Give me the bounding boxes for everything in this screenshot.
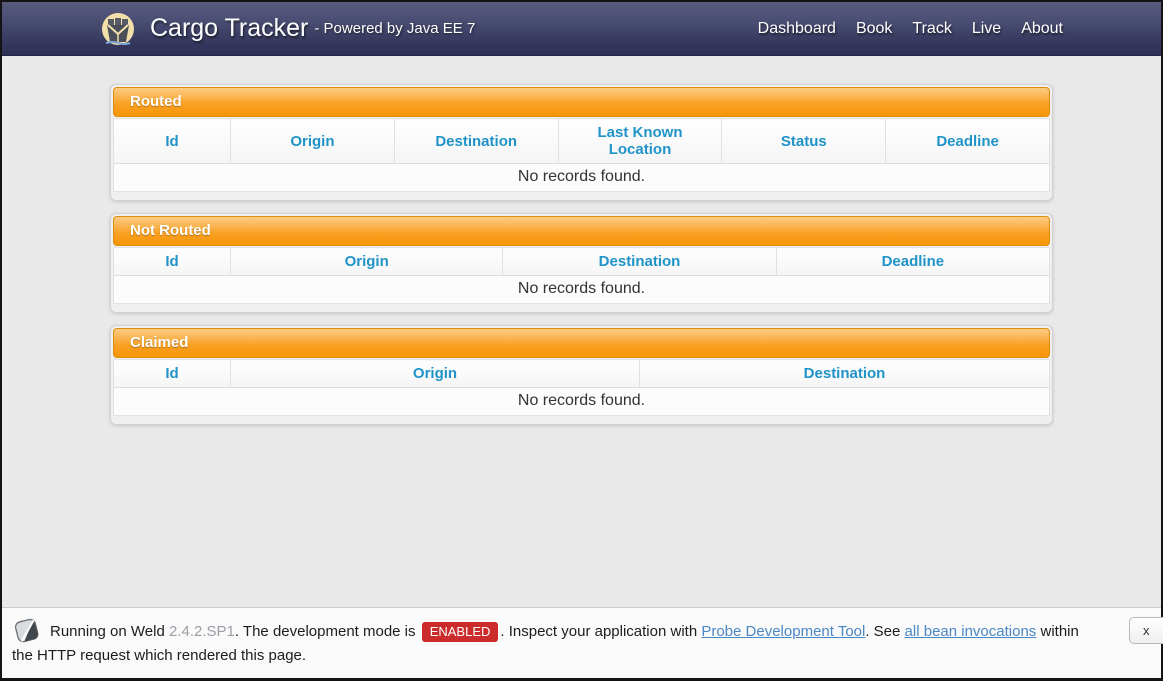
routed-col-status: Status xyxy=(722,119,886,164)
nav-track[interactable]: Track xyxy=(912,20,951,38)
not-routed-header-row: Id Origin Destination Deadline xyxy=(114,248,1050,276)
weld-logo-icon xyxy=(12,616,42,644)
weld-enabled-badge: ENABLED xyxy=(422,622,499,642)
claimed-col-destination: Destination xyxy=(640,360,1050,388)
claimed-table: Id Origin Destination No records found. xyxy=(113,359,1050,416)
not-routed-col-id: Id xyxy=(114,248,231,276)
nav-dashboard[interactable]: Dashboard xyxy=(758,20,836,38)
not-routed-col-deadline: Deadline xyxy=(776,248,1049,276)
routed-col-last-known-location: Last Known Location xyxy=(558,119,722,164)
main-nav: Dashboard Book Track Live About xyxy=(758,20,1063,38)
all-bean-invocations-link[interactable]: all bean invocations xyxy=(905,623,1037,640)
routed-col-destination: Destination xyxy=(394,119,558,164)
panel-claimed-header: Claimed xyxy=(113,328,1050,358)
not-routed-empty-message: No records found. xyxy=(114,276,1050,304)
claimed-empty-row: No records found. xyxy=(114,388,1050,416)
panel-not-routed-header: Not Routed xyxy=(113,216,1050,246)
not-routed-col-origin: Origin xyxy=(231,248,503,276)
claimed-empty-message: No records found. xyxy=(114,388,1050,416)
weld-inspect-text: . Inspect your application with xyxy=(500,623,701,640)
nav-book[interactable]: Book xyxy=(856,20,892,38)
not-routed-empty-row: No records found. xyxy=(114,276,1050,304)
routed-col-id: Id xyxy=(114,119,231,164)
weld-see-text: . See xyxy=(865,623,904,640)
weld-message: Running on Weld 2.4.2.SP1. The developme… xyxy=(12,616,1091,668)
weld-version: 2.4.2.SP1 xyxy=(169,623,235,640)
nav-about[interactable]: About xyxy=(1021,20,1063,38)
routed-col-origin: Origin xyxy=(231,119,395,164)
routed-empty-message: No records found. xyxy=(114,164,1050,192)
weld-mode-text: . The development mode is xyxy=(235,623,420,640)
not-routed-col-destination: Destination xyxy=(503,248,776,276)
claimed-col-id: Id xyxy=(114,360,231,388)
dashboard-main: Routed Id Origin Destination Last Known … xyxy=(2,56,1161,607)
panel-not-routed: Not Routed Id Origin Destination Deadlin… xyxy=(110,213,1053,313)
panel-claimed: Claimed Id Origin Destination No records… xyxy=(110,325,1053,425)
weld-bar-close-button[interactable]: x xyxy=(1129,617,1163,644)
app-title: Cargo Tracker xyxy=(150,14,308,43)
nav-live[interactable]: Live xyxy=(972,20,1001,38)
routed-empty-row: No records found. xyxy=(114,164,1050,192)
claimed-header-row: Id Origin Destination xyxy=(114,360,1050,388)
app-header: Cargo Tracker - Powered by Java EE 7 Das… xyxy=(2,2,1161,56)
weld-running-text: Running on Weld xyxy=(50,623,169,640)
not-routed-table: Id Origin Destination Deadline No record… xyxy=(113,247,1050,304)
routed-table: Id Origin Destination Last Known Locatio… xyxy=(113,118,1050,192)
brand: Cargo Tracker - Powered by Java EE 7 xyxy=(100,11,758,47)
cargo-ship-logo-icon xyxy=(100,11,136,47)
claimed-col-origin: Origin xyxy=(231,360,640,388)
routed-col-deadline: Deadline xyxy=(886,119,1050,164)
panel-routed-header: Routed xyxy=(113,87,1050,117)
app-subtitle: - Powered by Java EE 7 xyxy=(314,20,475,37)
panel-routed: Routed Id Origin Destination Last Known … xyxy=(110,84,1053,201)
probe-development-tool-link[interactable]: Probe Development Tool xyxy=(701,623,865,640)
routed-header-row: Id Origin Destination Last Known Locatio… xyxy=(114,119,1050,164)
weld-dev-bar: Running on Weld 2.4.2.SP1. The developme… xyxy=(2,607,1161,678)
cargo-tracker-page: { "header": { "title": "Cargo Tracker", … xyxy=(0,0,1163,681)
